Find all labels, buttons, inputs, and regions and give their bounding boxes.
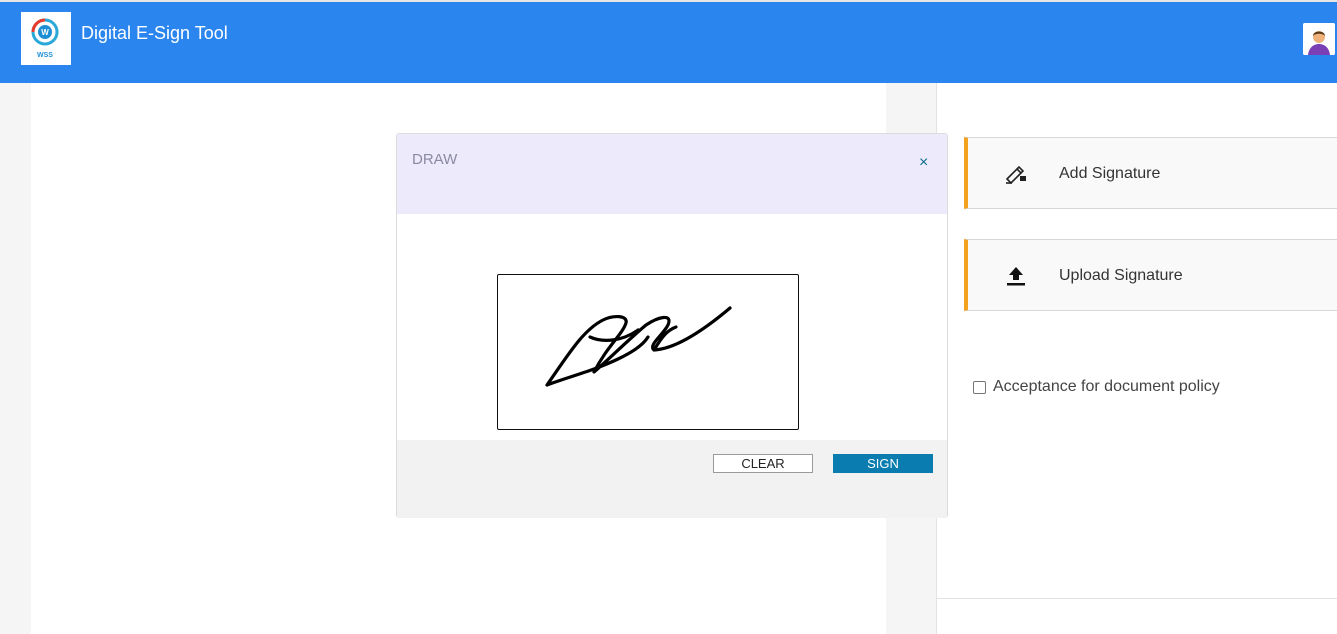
upload-icon xyxy=(1004,264,1028,288)
modal-footer: CLEAR SIGN xyxy=(397,440,947,518)
sign-button[interactable]: SIGN xyxy=(833,454,933,473)
upload-signature-label: Upload Signature xyxy=(1059,267,1183,284)
logo-letter: W xyxy=(41,28,49,37)
app-header: W WSS Digital E-Sign Tool xyxy=(0,0,1337,83)
policy-checkbox[interactable] xyxy=(973,380,986,394)
signature-stroke xyxy=(545,306,732,387)
policy-label: Acceptance for document policy xyxy=(993,378,1220,395)
app-title: Digital E-Sign Tool xyxy=(81,23,228,43)
wss-logo-icon: W WSS xyxy=(31,18,59,59)
app-logo[interactable]: W WSS xyxy=(21,12,71,65)
modal-header: DRAW × xyxy=(397,134,947,214)
modal-title: DRAW xyxy=(412,151,458,168)
pen-signature-icon xyxy=(1004,162,1028,186)
panel-divider xyxy=(937,598,1337,599)
draw-signature-modal: DRAW × CLEAR SIGN xyxy=(396,133,948,518)
signature-canvas[interactable] xyxy=(497,274,799,430)
add-signature-label: Add Signature xyxy=(1059,165,1161,182)
user-avatar[interactable] xyxy=(1303,23,1335,55)
close-icon[interactable]: × xyxy=(919,154,928,172)
clear-button[interactable]: CLEAR xyxy=(713,454,813,473)
policy-acceptance: Acceptance for document policy xyxy=(973,378,1220,396)
add-signature-button[interactable]: Add Signature xyxy=(964,137,1337,209)
upload-signature-button[interactable]: Upload Signature xyxy=(964,239,1337,311)
user-avatar-icon xyxy=(1303,23,1335,55)
logo-text: WSS xyxy=(37,52,53,59)
